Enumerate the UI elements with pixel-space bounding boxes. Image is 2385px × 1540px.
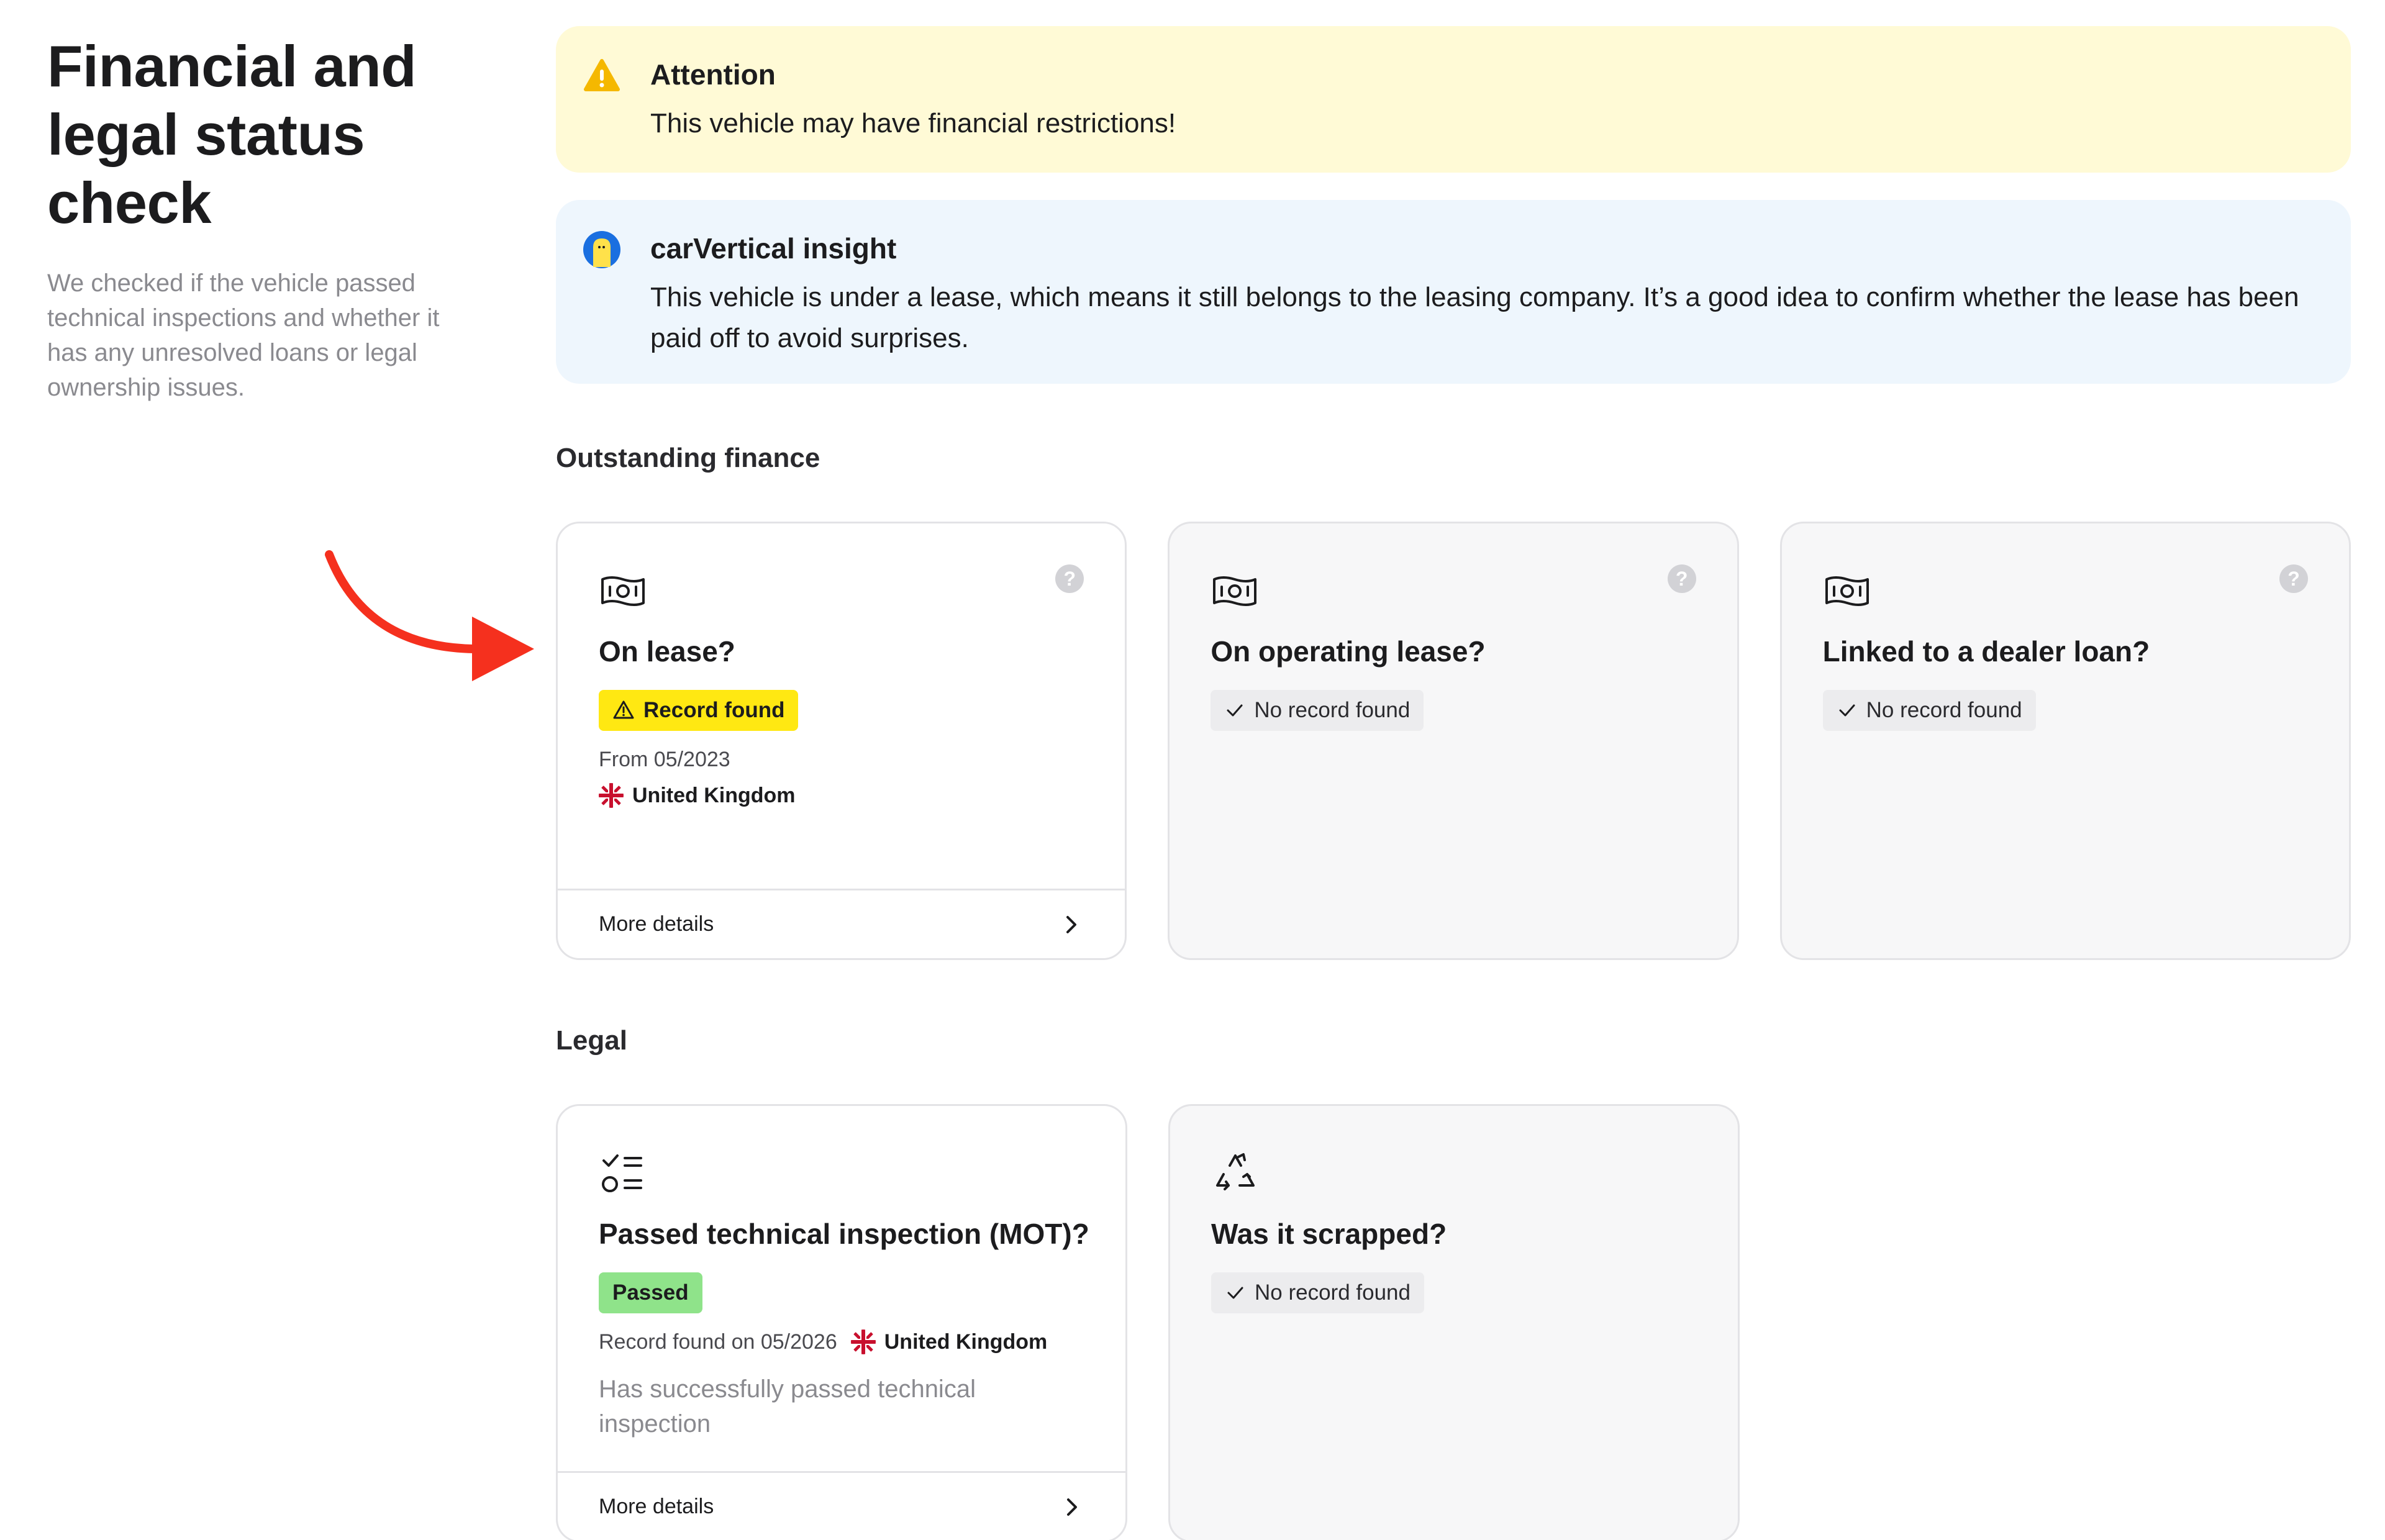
badge-label: No record found bbox=[1254, 698, 1411, 722]
help-icon[interactable]: ? bbox=[1055, 564, 1084, 593]
country-label: United Kingdom bbox=[632, 784, 796, 807]
status-badge-no-record: No record found bbox=[1211, 690, 1424, 731]
country-label: United Kingdom bbox=[884, 1330, 1048, 1354]
insight-alert-title: carVertical insight bbox=[650, 232, 897, 265]
attention-alert-text: This vehicle may have financial restrict… bbox=[650, 108, 1176, 138]
status-badge-record-found: Record found bbox=[599, 690, 799, 731]
status-badge-passed: Passed bbox=[599, 1272, 702, 1313]
warning-triangle-icon bbox=[613, 700, 634, 719]
more-details-label: More details bbox=[599, 1495, 714, 1518]
mot-record-date: Record found on 05/2026 bbox=[599, 1330, 837, 1354]
card-scrapped: Was it scrapped? No record found bbox=[1168, 1104, 1740, 1540]
checkmark-icon bbox=[1227, 1287, 1243, 1299]
section-title-legal: Legal bbox=[556, 1025, 627, 1056]
mot-note: Has successfully passed technical inspec… bbox=[599, 1375, 976, 1438]
page-title: Financial and legal status check bbox=[47, 34, 417, 235]
card-title: On operating lease? bbox=[1211, 635, 1486, 668]
uk-flag-icon bbox=[850, 1329, 876, 1354]
card-dealer-loan: ? Linked to a dealer loan? No record fou… bbox=[1779, 522, 2351, 960]
attention-alert: Attention This vehicle may have financia… bbox=[556, 26, 2351, 173]
status-badge-no-record: No record found bbox=[1211, 1272, 1424, 1313]
annotation-arrow-icon bbox=[325, 550, 534, 681]
card-on-lease: ? On lease? Record found From 05/2023 Un… bbox=[556, 522, 1127, 960]
page: Financial and legal status check We chec… bbox=[0, 0, 2385, 1540]
attention-alert-title: Attention bbox=[650, 58, 776, 91]
uk-flag-icon bbox=[599, 783, 624, 808]
lease-country: United Kingdom bbox=[599, 781, 796, 810]
checkmark-icon bbox=[1839, 704, 1855, 717]
mot-country: United Kingdom bbox=[850, 1327, 1048, 1357]
card-mot-inspection: Passed technical inspection (MOT)? Passe… bbox=[556, 1104, 1127, 1540]
results-column: Attention This vehicle may have financia… bbox=[556, 26, 2351, 1540]
help-icon[interactable]: ? bbox=[1667, 564, 1696, 593]
badge-label: No record found bbox=[1255, 1280, 1411, 1305]
checkmark-icon bbox=[1227, 704, 1243, 717]
card-title: Linked to a dealer loan? bbox=[1822, 635, 2150, 668]
more-details-link[interactable]: More details bbox=[558, 1471, 1125, 1540]
card-operating-lease: ? On operating lease? No record found bbox=[1168, 522, 1739, 960]
mot-record: Record found on 05/2026 United Kingdom bbox=[599, 1327, 1047, 1357]
warning-triangle-icon bbox=[584, 59, 620, 91]
legal-cards: Passed technical inspection (MOT)? Passe… bbox=[556, 1104, 2351, 1540]
card-title: Passed technical inspection (MOT)? bbox=[599, 1218, 1089, 1250]
banknote-icon bbox=[1825, 576, 1869, 606]
status-badge-no-record: No record found bbox=[1822, 690, 2036, 731]
page-description: We checked if the vehicle passed technic… bbox=[47, 270, 440, 401]
card-title: On lease? bbox=[599, 635, 735, 668]
finance-cards: ? On lease? Record found From 05/2023 Un… bbox=[556, 522, 2351, 960]
banknote-icon bbox=[1213, 576, 1257, 606]
chevron-right-icon bbox=[1067, 1498, 1077, 1516]
badge-label: No record found bbox=[1866, 698, 2022, 722]
carvertical-mascot-icon bbox=[583, 231, 620, 268]
chevron-right-icon bbox=[1066, 915, 1077, 933]
card-title: Was it scrapped? bbox=[1211, 1218, 1447, 1250]
more-details-label: More details bbox=[599, 912, 714, 936]
lease-date: From 05/2023 bbox=[599, 748, 730, 771]
insight-alert-text: This vehicle is under a lease, which mea… bbox=[650, 282, 2299, 353]
section-title-outstanding-finance: Outstanding finance bbox=[556, 443, 820, 473]
help-icon[interactable]: ? bbox=[2279, 564, 2308, 593]
insight-alert: carVertical insight This vehicle is unde… bbox=[556, 200, 2351, 384]
badge-label: Passed bbox=[612, 1280, 689, 1305]
more-details-link[interactable]: More details bbox=[558, 889, 1125, 958]
checklist-icon bbox=[602, 1154, 642, 1192]
badge-label: Record found bbox=[643, 698, 785, 722]
banknote-icon bbox=[601, 576, 645, 606]
recycle-icon bbox=[1216, 1153, 1255, 1190]
intro-column: Financial and legal status check We chec… bbox=[47, 32, 482, 405]
